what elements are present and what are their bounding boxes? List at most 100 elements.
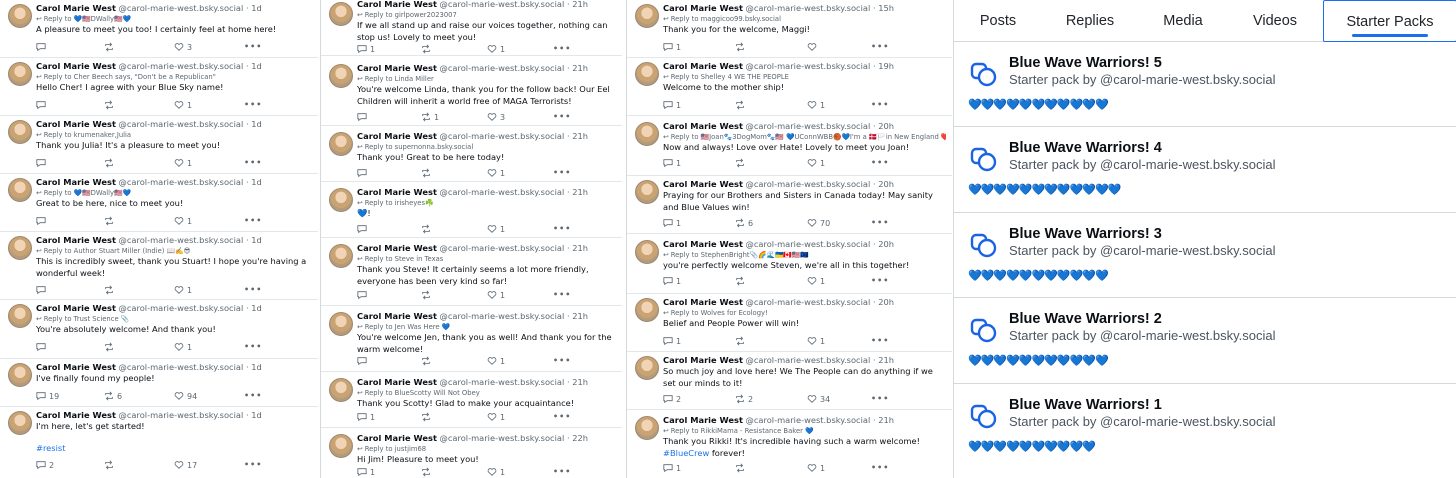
post[interactable]: Carol Marie West @carol-marie-west.bsky.… bbox=[0, 232, 318, 300]
author-name[interactable]: Carol Marie West bbox=[36, 177, 116, 187]
repost-button[interactable] bbox=[735, 336, 748, 346]
author-name[interactable]: Carol Marie West bbox=[357, 311, 437, 321]
post-time[interactable]: 21h bbox=[878, 415, 894, 425]
more-options-icon[interactable]: ••• bbox=[871, 336, 889, 345]
reply-to-label[interactable]: Reply to irisheyes☘️ bbox=[365, 199, 434, 207]
author-name[interactable]: Carol Marie West bbox=[663, 297, 743, 307]
avatar[interactable] bbox=[635, 240, 659, 264]
post-time[interactable]: 21h bbox=[878, 355, 894, 365]
starter-pack-card[interactable]: Blue Wave Warriors! 3 Starter pack by @c… bbox=[954, 213, 1456, 298]
post[interactable]: Carol Marie West @carol-marie-west.bsky.… bbox=[321, 428, 622, 478]
post[interactable]: Carol Marie West @carol-marie-west.bsky.… bbox=[0, 359, 318, 407]
post-time[interactable]: 21h bbox=[572, 243, 588, 253]
like-button[interactable]: 1 bbox=[807, 100, 825, 110]
more-options-icon[interactable]: ••• bbox=[244, 158, 262, 167]
author-name[interactable]: Carol Marie West bbox=[36, 303, 116, 313]
avatar[interactable] bbox=[635, 298, 659, 322]
tab-posts[interactable]: Posts bbox=[954, 0, 1042, 42]
reply-button[interactable] bbox=[36, 158, 49, 168]
post-time[interactable]: 1d bbox=[251, 61, 262, 71]
repost-button[interactable] bbox=[104, 342, 117, 352]
reply-button[interactable]: 1 bbox=[357, 412, 375, 422]
author-name[interactable]: Carol Marie West bbox=[36, 235, 116, 245]
author-name[interactable]: Carol Marie West bbox=[357, 63, 437, 73]
more-options-icon[interactable]: ••• bbox=[553, 44, 571, 53]
post[interactable]: Carol Marie West @carol-marie-west.bsky.… bbox=[321, 372, 622, 428]
reply-to-label[interactable]: Reply to Shelley 4 WE THE PEOPLE bbox=[671, 73, 789, 81]
like-button[interactable]: 17 bbox=[174, 460, 197, 470]
post-time[interactable]: 20h bbox=[878, 297, 894, 307]
reply-button[interactable] bbox=[36, 42, 49, 52]
author-name[interactable]: Carol Marie West bbox=[357, 0, 437, 9]
reply-button[interactable] bbox=[357, 112, 370, 122]
post-time[interactable]: 19h bbox=[878, 61, 894, 71]
post-time[interactable]: 1d bbox=[251, 177, 262, 187]
more-options-icon[interactable]: ••• bbox=[871, 276, 889, 285]
reply-to-label[interactable]: Reply to Wolves for Ecology! bbox=[671, 309, 768, 317]
reply-button[interactable]: 1 bbox=[663, 276, 681, 286]
more-options-icon[interactable]: ••• bbox=[244, 285, 262, 294]
post[interactable]: Carol Marie West @carol-marie-west.bsky.… bbox=[0, 174, 318, 232]
avatar[interactable] bbox=[635, 62, 659, 86]
repost-button[interactable] bbox=[735, 463, 748, 473]
starter-pack-title[interactable]: Blue Wave Warriors! 4 bbox=[1009, 140, 1162, 156]
reply-button[interactable] bbox=[357, 224, 370, 234]
post-time[interactable]: 21h bbox=[572, 187, 588, 197]
author-name[interactable]: Carol Marie West bbox=[36, 119, 116, 129]
reply-to-label[interactable]: Reply to RikkiMama - Resistance Baker 💙 bbox=[671, 427, 814, 435]
post[interactable]: Carol Marie West @carol-marie-west.bsky.… bbox=[627, 176, 952, 234]
reply-to-label[interactable]: Reply to Linda Miller bbox=[365, 75, 434, 83]
starter-pack-title[interactable]: Blue Wave Warriors! 3 bbox=[1009, 226, 1162, 242]
starter-pack-card[interactable]: Blue Wave Warriors! 4 Starter pack by @c… bbox=[954, 127, 1456, 213]
more-options-icon[interactable]: ••• bbox=[553, 412, 571, 421]
post-time[interactable]: 1d bbox=[251, 362, 262, 372]
repost-button[interactable]: 6 bbox=[735, 218, 753, 228]
more-options-icon[interactable]: ••• bbox=[244, 342, 262, 351]
like-button[interactable]: 3 bbox=[174, 42, 192, 52]
author-name[interactable]: Carol Marie West bbox=[36, 410, 116, 420]
post-time[interactable]: 1d bbox=[251, 235, 262, 245]
avatar[interactable] bbox=[8, 304, 32, 328]
reply-to-label[interactable]: Reply to Jen Was Here 💙 bbox=[365, 323, 451, 331]
reply-button[interactable] bbox=[36, 216, 49, 226]
more-options-icon[interactable]: ••• bbox=[244, 460, 262, 469]
avatar[interactable] bbox=[329, 378, 353, 402]
post[interactable]: Carol Marie West @carol-marie-west.bsky.… bbox=[321, 238, 622, 306]
reply-button[interactable]: 2 bbox=[663, 394, 681, 404]
author-name[interactable]: Carol Marie West bbox=[663, 415, 743, 425]
repost-button[interactable] bbox=[735, 158, 748, 168]
post-time[interactable]: 21h bbox=[572, 311, 588, 321]
like-button[interactable]: 1 bbox=[174, 158, 192, 168]
like-button[interactable]: 1 bbox=[807, 276, 825, 286]
post-time[interactable]: 21h bbox=[572, 63, 588, 73]
author-name[interactable]: Carol Marie West bbox=[36, 3, 116, 13]
like-button[interactable]: 1 bbox=[807, 158, 825, 168]
post[interactable]: Carol Marie West @carol-marie-west.bsky.… bbox=[321, 182, 622, 238]
avatar[interactable] bbox=[329, 312, 353, 336]
reply-button[interactable] bbox=[357, 168, 370, 178]
avatar[interactable] bbox=[329, 64, 353, 88]
more-options-icon[interactable]: ••• bbox=[553, 356, 571, 365]
author-name[interactable]: Carol Marie West bbox=[663, 355, 743, 365]
like-button[interactable]: 1 bbox=[174, 285, 192, 295]
repost-button[interactable]: 6 bbox=[104, 391, 122, 401]
repost-button[interactable] bbox=[421, 467, 434, 477]
post[interactable]: Carol Marie West @carol-marie-west.bsky.… bbox=[627, 352, 952, 410]
tab-replies[interactable]: Replies bbox=[1042, 0, 1138, 42]
more-options-icon[interactable]: ••• bbox=[553, 112, 571, 121]
avatar[interactable] bbox=[329, 434, 353, 458]
author-name[interactable]: Carol Marie West bbox=[663, 121, 743, 131]
repost-button[interactable] bbox=[421, 168, 434, 178]
hashtag-link[interactable]: #resist bbox=[36, 443, 312, 455]
reply-to-label[interactable]: Reply to maggicoo99.bsky.social bbox=[671, 15, 781, 23]
post-time[interactable]: 21h bbox=[572, 377, 588, 387]
more-options-icon[interactable]: ••• bbox=[553, 467, 571, 476]
avatar[interactable] bbox=[8, 363, 32, 387]
repost-button[interactable] bbox=[421, 412, 434, 422]
like-button[interactable]: 3 bbox=[487, 112, 505, 122]
post[interactable]: Carol Marie West @carol-marie-west.bsky.… bbox=[627, 294, 952, 352]
author-name[interactable]: Carol Marie West bbox=[663, 239, 743, 249]
post[interactable]: Carol Marie West @carol-marie-west.bsky.… bbox=[627, 116, 952, 176]
more-options-icon[interactable]: ••• bbox=[244, 100, 262, 109]
repost-button[interactable] bbox=[421, 44, 434, 54]
